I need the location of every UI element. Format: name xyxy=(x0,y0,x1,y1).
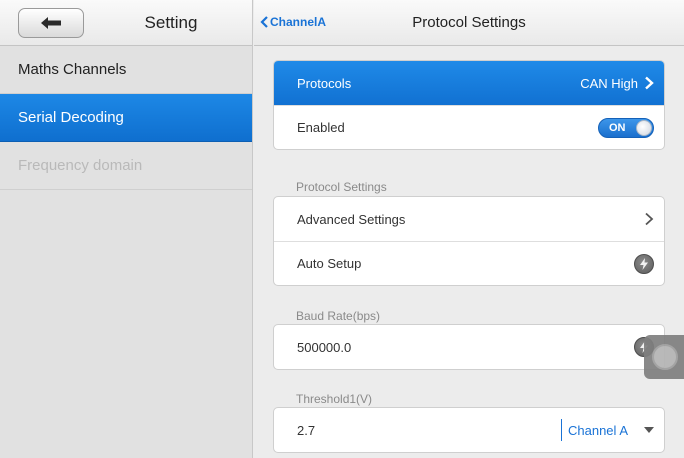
threshold1-card: 2.7 Channel A xyxy=(273,407,665,453)
protocols-row[interactable]: Protocols CAN High xyxy=(274,61,664,105)
protocols-label: Protocols xyxy=(297,75,352,91)
sidebar-item-maths-channels[interactable]: Maths Channels xyxy=(0,46,252,94)
channel-select[interactable]: Channel A xyxy=(561,419,654,441)
sidebar-item-frequency-domain: Frequency domain xyxy=(0,142,252,190)
advanced-settings-row[interactable]: Advanced Settings xyxy=(274,197,664,241)
chevron-right-icon xyxy=(645,76,654,90)
enabled-toggle[interactable]: ON xyxy=(598,117,654,138)
enabled-label: Enabled xyxy=(297,120,345,135)
baud-rate-value[interactable]: 500000.0 xyxy=(297,340,634,355)
auto-setup-bolt-icon[interactable] xyxy=(634,253,654,274)
auto-setup-row[interactable]: Auto Setup xyxy=(274,241,664,285)
lightning-icon xyxy=(640,257,648,270)
threshold1-row[interactable]: 2.7 Channel A xyxy=(274,408,664,452)
sidebar-header: Setting xyxy=(0,0,252,46)
chevron-right-icon xyxy=(645,212,654,226)
enabled-row: Enabled ON xyxy=(274,105,664,149)
dropdown-triangle-icon xyxy=(644,426,654,433)
channel-select-value: Channel A xyxy=(568,422,628,438)
sidebar-item-serial-decoding[interactable]: Serial Decoding xyxy=(0,94,252,142)
page-title: Protocol Settings xyxy=(412,14,526,31)
panel-header: ChannelA Protocol Settings xyxy=(254,0,684,46)
settings-sidebar: Setting Maths Channels Serial Decoding F… xyxy=(0,0,253,458)
protocol-settings-card: Advanced Settings Auto Setup xyxy=(273,196,665,286)
baud-rate-row[interactable]: 500000.0 xyxy=(274,325,664,369)
protocols-value: CAN High xyxy=(580,75,638,91)
threshold1-section-label: Threshold1(V) xyxy=(296,392,373,406)
protocol-settings-section-label: Protocol Settings xyxy=(296,180,387,194)
toggle-state-text: ON xyxy=(609,121,626,134)
threshold1-value[interactable]: 2.7 xyxy=(297,423,561,438)
baud-rate-card: 500000.0 xyxy=(273,324,665,370)
advanced-settings-label: Advanced Settings xyxy=(297,211,406,227)
floating-circle-icon xyxy=(652,344,678,370)
toggle-knob xyxy=(636,119,652,136)
auto-setup-label: Auto Setup xyxy=(297,256,362,271)
sidebar-title: Setting xyxy=(144,13,198,32)
protocol-card: Protocols CAN High Enabled ON xyxy=(273,60,665,150)
floating-assistive-button[interactable] xyxy=(644,335,684,379)
protocol-settings-panel: ChannelA Protocol Settings Protocols CAN… xyxy=(254,0,684,458)
baud-rate-section-label: Baud Rate(bps) xyxy=(296,309,381,323)
